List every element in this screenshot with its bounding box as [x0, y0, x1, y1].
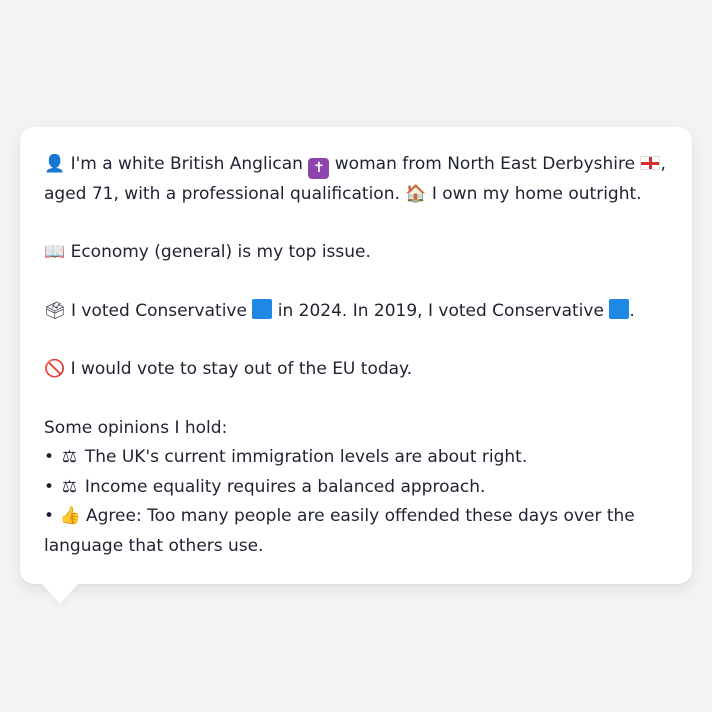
- opinion-item: • ⚖ The UK's current immigration levels …: [44, 443, 668, 473]
- conservative-blue-square-icon: [609, 298, 630, 319]
- house-icon: 🏠: [405, 183, 427, 204]
- intro-text-2: woman from North East Derbyshire: [334, 154, 636, 174]
- book-icon: 📖: [44, 242, 66, 262]
- opinions-section: Some opinions I hold: • ⚖ The UK's curre…: [44, 414, 668, 562]
- conservative-blue-square-icon: [252, 298, 273, 319]
- persona-card: 👤 I'm a white British Anglican ✝ woman f…: [20, 127, 692, 604]
- opinion-text: The UK's current immigration levels are …: [84, 447, 528, 467]
- opinions-heading: Some opinions I hold:: [44, 417, 228, 438]
- speech-bubble-tail: [42, 584, 78, 604]
- eu-text: I would vote to stay out of the EU today…: [70, 359, 413, 379]
- vote-paragraph: 🗳 I voted Conservative in 2024. In 2019,…: [44, 297, 668, 327]
- top-issue-text: Economy (general) is my top issue.: [70, 242, 371, 262]
- opinion-text: Agree: Too many people are easily offend…: [44, 506, 635, 556]
- bullet-marker: •: [44, 506, 55, 526]
- thumbs-up-icon: 👍: [59, 506, 81, 526]
- england-flag-icon: [640, 156, 661, 170]
- balance-scale-icon: ⚖: [61, 476, 78, 497]
- person-icon: 👤: [44, 154, 66, 174]
- opinion-text: Income equality requires a balanced appr…: [84, 476, 486, 497]
- vote-text-1: I voted Conservative: [71, 300, 247, 321]
- bullet-marker: •: [44, 447, 55, 467]
- top-issue-paragraph: 📖 Economy (general) is my top issue.: [44, 238, 668, 268]
- ballot-box-icon: 🗳: [44, 300, 66, 321]
- intro-paragraph: 👤 I'm a white British Anglican ✝ woman f…: [44, 150, 668, 209]
- intro-text-4: I own my home outright.: [431, 183, 642, 204]
- opinion-item: • 👍 Agree: Too many people are easily of…: [44, 502, 668, 561]
- vote-text-2: in 2024. In 2019, I voted Conservative: [277, 300, 604, 321]
- prohibited-icon: 🚫: [44, 359, 66, 379]
- opinion-item: • ⚖ Income equality requires a balanced …: [44, 473, 668, 503]
- bullet-marker: •: [44, 476, 55, 497]
- eu-paragraph: 🚫 I would vote to stay out of the EU tod…: [44, 355, 668, 385]
- intro-text-1: I'm a white British Anglican: [70, 154, 303, 174]
- balance-scale-icon: ⚖: [61, 447, 78, 467]
- vote-text-3: .: [629, 300, 635, 321]
- cross-icon: ✝: [308, 158, 330, 179]
